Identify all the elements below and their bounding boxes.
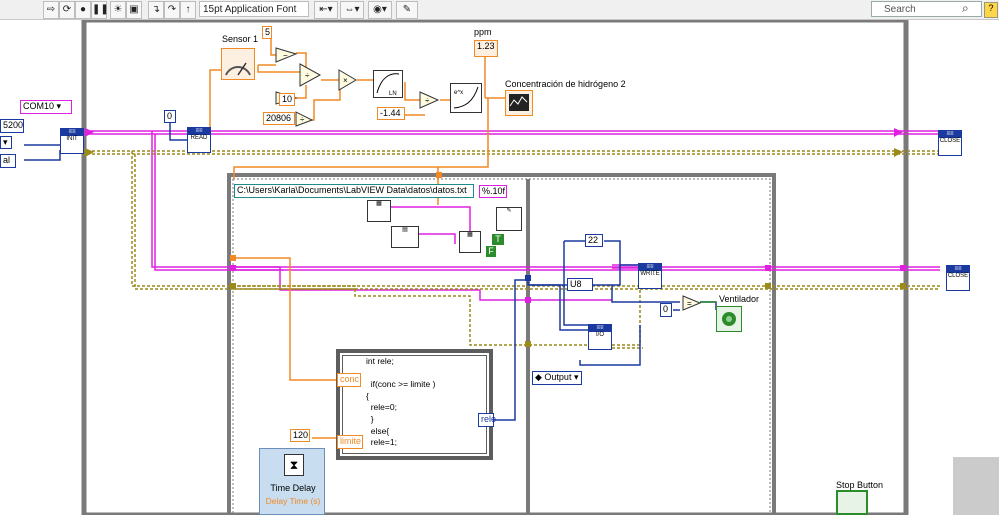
natural-log-node[interactable]: LN — [373, 70, 403, 98]
block-diagram: − ÷ × ÷ ÷ ÷ = COM10 ▾ 5200 ▾ al ≡≡INIT ≡… — [0, 20, 999, 515]
visa-write-label: WRITE — [640, 271, 660, 277]
concentracion-chart-indicator[interactable] — [505, 90, 533, 116]
toolbar: ⇨ ⟳ ● ❚❚ ☀ ▣ ↴ ↷ ↑ 15pt Application Font… — [0, 0, 999, 20]
visa-close-node-2[interactable]: ≡≡ CLOSE — [946, 265, 970, 291]
stop-button-terminal[interactable] — [836, 490, 868, 515]
visa-io-node[interactable]: ≡≡ I/O — [588, 324, 612, 350]
wires-and-structures: − ÷ × ÷ ÷ ÷ = — [24, 20, 940, 515]
clean-up-diagram-icon[interactable]: ✎ — [396, 1, 418, 19]
stop-button-label: Stop Button — [836, 480, 884, 490]
delay-time-input[interactable]: Delay Time (s) — [260, 496, 326, 506]
run-arrow-icon[interactable]: ⇨ — [43, 1, 59, 19]
help-icon[interactable]: ? — [984, 2, 998, 18]
search-icon[interactable]: ⌕ — [962, 1, 969, 16]
concentracion-label: Concentración de hidrógeno 2 — [505, 79, 626, 89]
com-port-control[interactable]: COM10 ▾ — [20, 100, 72, 114]
hourglass-icon: ⧗ — [284, 454, 304, 476]
svg-text:÷: ÷ — [425, 96, 430, 105]
svg-text:×: × — [343, 76, 348, 85]
com-port-value: COM10 — [23, 101, 55, 111]
abort-icon[interactable]: ● — [75, 1, 91, 19]
visa-write-node[interactable]: ≡≡ WRITE — [638, 263, 662, 289]
visa-io-label: I/O — [595, 332, 604, 338]
visa-close-node-1[interactable]: ≡≡ CLOSE — [938, 130, 962, 156]
constant-20806[interactable]: 20806 — [263, 112, 295, 125]
step-over-icon[interactable]: ↷ — [164, 1, 180, 19]
visa-read-label: READ — [190, 135, 208, 141]
false-constant[interactable]: F — [486, 246, 496, 257]
visa-read-node[interactable]: ≡≡ READ — [187, 127, 211, 153]
align-objects-icon[interactable]: ⇤▾ — [314, 1, 338, 19]
constant-neg-1.44[interactable]: -1.44 — [377, 107, 405, 120]
gauge-icon — [225, 62, 251, 76]
sensor1-label: Sensor 1 — [222, 34, 259, 44]
divide-node-1 — [299, 63, 322, 87]
ppm-indicator[interactable]: 1.23 — [474, 40, 498, 57]
constant-five[interactable]: 5 — [262, 26, 272, 39]
true-constant[interactable]: T — [492, 234, 504, 245]
constant-22[interactable]: 22 — [585, 234, 603, 247]
conc-input-terminal: conc — [337, 373, 361, 387]
font-select[interactable]: 15pt Application Font — [199, 1, 309, 17]
time-delay-express-vi[interactable]: ⧗ Time Delay Delay Time (s) — [259, 448, 325, 515]
reorder-icon[interactable]: ◉▾ — [368, 1, 392, 19]
svg-text:LN: LN — [389, 91, 397, 97]
rele-output-terminal: rele — [478, 413, 496, 427]
format-string-constant[interactable]: %.10f — [479, 185, 507, 198]
data-bits-control[interactable]: ▾ — [0, 136, 12, 149]
distribute-objects-icon[interactable]: ⇔▾ — [340, 1, 364, 19]
error-cluster-wire — [82, 150, 940, 349]
constant-zero-2[interactable]: 0 — [660, 303, 672, 317]
ventilador-led-indicator[interactable] — [716, 306, 742, 332]
svg-text:÷: ÷ — [305, 71, 310, 80]
get-date-time-node[interactable]: ▦ — [367, 200, 391, 222]
led-icon — [722, 312, 736, 326]
run-continuously-icon[interactable]: ⟳ — [59, 1, 75, 19]
visa-init-label: INIT — [66, 136, 78, 142]
svg-text:÷: ÷ — [300, 115, 305, 124]
retain-wire-values-icon[interactable]: ▣ — [126, 1, 142, 19]
highlight-execution-icon[interactable]: ☀ — [110, 1, 126, 19]
constant-ten[interactable]: 10 — [279, 93, 295, 106]
baud-rate-control[interactable]: 5200 — [0, 119, 24, 133]
constant-zero[interactable]: 0 — [164, 110, 176, 123]
pause-icon[interactable]: ❚❚ — [91, 1, 109, 19]
formula-code[interactable]: int rele; if(conc >= limite ) { rele=0; … — [366, 356, 435, 449]
exp-icon: e^x — [453, 86, 479, 109]
step-into-icon[interactable]: ↴ — [148, 1, 164, 19]
ln-icon: LN — [376, 73, 400, 97]
format-date-time-node[interactable]: ▤ — [391, 226, 419, 248]
write-spreadsheet-node[interactable]: ✎ — [496, 207, 522, 231]
waveform-chart-icon — [509, 94, 529, 111]
output-mode-value: Output — [544, 372, 572, 382]
visa-close-label-1: CLOSE — [939, 138, 961, 144]
stop-bits-control[interactable]: al — [0, 154, 16, 168]
scroll-corner — [953, 457, 999, 515]
svg-text:−: − — [283, 51, 288, 60]
u8-conversion-node[interactable]: U8 — [567, 278, 593, 291]
ppm-label: ppm — [474, 27, 492, 37]
limite-input-terminal: limite — [337, 435, 363, 449]
ventilador-label: Ventilador — [719, 294, 760, 304]
build-array-node[interactable]: ▦ — [459, 231, 481, 253]
sensor1-gauge-indicator[interactable] — [221, 48, 255, 80]
file-path-constant[interactable]: C:\Users\Karla\Documents\LabVIEW Data\da… — [234, 184, 474, 198]
time-delay-label: Time Delay — [270, 483, 316, 493]
exponential-node[interactable]: e^x — [450, 83, 482, 113]
visa-init-node[interactable]: ≡≡ INIT — [60, 128, 84, 154]
output-mode-selector[interactable]: ◆ Output ▾ — [532, 371, 582, 385]
visa-close-label-2: CLOSE — [947, 273, 969, 279]
constant-120[interactable]: 120 — [290, 429, 310, 442]
file-path-value: C:\Users\Karla\Documents\LabVIEW Data\da… — [237, 185, 467, 195]
svg-text:e^x: e^x — [454, 90, 463, 96]
step-out-icon[interactable]: ↑ — [180, 1, 196, 19]
svg-text:=: = — [687, 299, 692, 308]
